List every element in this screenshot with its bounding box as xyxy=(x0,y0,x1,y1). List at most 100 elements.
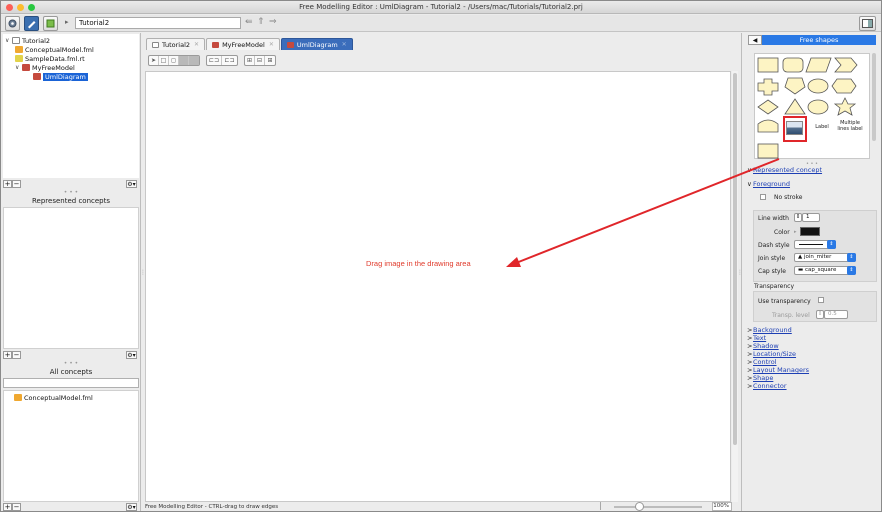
chevron-down-icon[interactable]: ∨ xyxy=(5,37,12,44)
background-section[interactable]: >Background xyxy=(747,326,792,334)
text-section[interactable]: >Text xyxy=(747,334,766,342)
multiline-label-shape[interactable]: Multiple lines label xyxy=(835,120,865,132)
canvas-scrollbar[interactable] xyxy=(732,71,738,502)
gear-menu-button[interactable]: ⚙▾ xyxy=(126,351,137,359)
project-icon xyxy=(152,41,159,48)
splitter-handle[interactable]: • • • xyxy=(1,360,141,367)
tab-uml-diagram[interactable]: UmlDiagram ✕ xyxy=(280,38,353,50)
location-size-section[interactable]: >Location/Size xyxy=(747,350,796,358)
color-swatch[interactable] xyxy=(800,227,820,236)
image-icon[interactable] xyxy=(786,121,803,135)
close-tab-icon[interactable]: ✕ xyxy=(269,41,274,48)
gear-menu-button[interactable]: ⚙▾ xyxy=(126,180,137,188)
connector-section[interactable]: >Connector xyxy=(747,382,787,390)
foreground-section[interactable]: ∨Foreground xyxy=(747,180,790,188)
tree-item-sample-data[interactable]: SampleData.fml.rt xyxy=(15,54,85,63)
zoom-slider[interactable] xyxy=(614,506,702,508)
pentagon-shape[interactable] xyxy=(784,77,806,95)
join-style-select[interactable]: ▲ join_miter ⇕ xyxy=(794,253,856,262)
palette-back-button[interactable]: ◀ xyxy=(748,35,762,45)
tab-tutorial2[interactable]: Tutorial2 ✕ xyxy=(146,38,206,50)
nav-back-icon[interactable]: ⇑ xyxy=(257,17,265,27)
cap-style-select[interactable]: ▬ cap_square ⇕ xyxy=(794,266,856,275)
control-section[interactable]: >Control xyxy=(747,358,777,366)
all-concepts-list[interactable]: ConceptualModel.fml xyxy=(3,390,139,502)
rounded-rect-shape[interactable] xyxy=(782,57,804,73)
dash-style-select[interactable]: ⇕ xyxy=(794,240,836,249)
align-left-icon[interactable]: ⊏⊐ xyxy=(207,56,222,65)
tree-item-conceptual-model[interactable]: ConceptualModel.fml xyxy=(15,45,94,54)
no-stroke-checkbox[interactable] xyxy=(760,194,766,200)
nav-up-icon[interactable]: ⇚ xyxy=(245,17,253,27)
model-mode-button[interactable] xyxy=(43,16,58,31)
layout-managers-section[interactable]: >Layout Managers xyxy=(747,366,809,374)
shape-section[interactable]: >Shape xyxy=(747,374,773,382)
diamond-shape[interactable] xyxy=(757,99,779,115)
color-expand-icon[interactable]: ▸ xyxy=(794,229,797,235)
triangle-shape[interactable] xyxy=(784,98,806,115)
align-center-icon[interactable]: ⊏⊐ xyxy=(222,56,237,65)
close-tab-icon[interactable]: ✕ xyxy=(194,41,199,48)
palette-scrollbar[interactable] xyxy=(872,53,876,141)
line-width-stepper[interactable]: ⇕ xyxy=(794,213,802,222)
nav-forward-icon[interactable]: ⇒ xyxy=(269,17,277,27)
left-splitter-handle[interactable]: ⋮ xyxy=(140,269,146,276)
list-item[interactable]: ConceptualModel.fml xyxy=(14,393,93,402)
transp-level-stepper[interactable]: ⇕ xyxy=(816,310,824,319)
tree-item-my-free-model[interactable]: ∨ MyFreeModel xyxy=(15,63,75,72)
remove-button[interactable]: − xyxy=(12,180,21,188)
circle-shape[interactable] xyxy=(807,78,829,94)
tree-item-uml-diagram[interactable]: UmlDiagram xyxy=(33,72,88,81)
zoom-field[interactable]: 100% xyxy=(712,502,732,511)
tree-footer: + − ⚙▾ xyxy=(3,180,139,189)
scrollbar-thumb[interactable] xyxy=(733,73,737,445)
layout-col-icon[interactable]: ⊞ xyxy=(265,56,275,65)
zoom-slider-knob[interactable] xyxy=(635,502,644,511)
gear-menu-button[interactable]: ⚙▾ xyxy=(126,503,137,511)
rectangle-shape[interactable] xyxy=(757,57,779,73)
remove-button[interactable]: − xyxy=(12,351,21,359)
chevron-down-icon[interactable]: ∨ xyxy=(15,64,22,71)
line-width-field[interactable]: 1 xyxy=(802,213,820,222)
status-bar: Free Modelling Editor - CTRL-drag to dra… xyxy=(142,501,740,511)
transp-level-field[interactable]: 0.5 xyxy=(824,310,848,319)
shadow-section[interactable]: >Shadow xyxy=(747,342,779,350)
rect-select-icon[interactable]: □ xyxy=(159,56,169,65)
zoom-tool-icon[interactable] xyxy=(189,56,199,65)
chevron-shape[interactable] xyxy=(834,57,858,73)
lasso-select-icon[interactable]: ◻ xyxy=(169,56,179,65)
arc-shape[interactable] xyxy=(757,119,779,133)
breadcrumb[interactable]: Tutorial2 xyxy=(75,17,241,29)
tree-item-label: SampleData.fml.rt xyxy=(25,54,85,63)
tab-my-free-model[interactable]: MyFreeModel ✕ xyxy=(206,38,280,50)
pan-tool-icon[interactable] xyxy=(179,56,189,65)
add-button[interactable]: + xyxy=(3,180,12,188)
toggle-panels-button[interactable] xyxy=(859,16,876,31)
remove-button[interactable]: − xyxy=(12,503,21,511)
represented-concepts-list[interactable] xyxy=(3,207,139,349)
parallelogram-shape[interactable] xyxy=(805,57,832,73)
cross-shape[interactable] xyxy=(757,78,779,96)
tree-item-tutorial2[interactable]: ∨ Tutorial2 xyxy=(5,36,50,45)
concepts-search-input[interactable] xyxy=(3,378,139,388)
add-button[interactable]: + xyxy=(3,503,12,511)
tab-label: UmlDiagram xyxy=(296,40,338,49)
use-transparency-checkbox[interactable] xyxy=(818,297,824,303)
ellipse-shape[interactable] xyxy=(807,99,829,115)
rectangle-shape[interactable] xyxy=(757,143,779,159)
diagram-mode-button[interactable] xyxy=(24,16,39,31)
palette-title[interactable]: Free shapes xyxy=(762,35,876,45)
layout-row-icon[interactable]: ⊟ xyxy=(255,56,265,65)
label-shape[interactable]: Label xyxy=(813,124,831,130)
section-label: Location/Size xyxy=(753,350,797,358)
hexagon-shape[interactable] xyxy=(831,78,857,94)
close-tab-icon[interactable]: ✕ xyxy=(342,41,347,48)
splitter-handle[interactable]: • • • xyxy=(1,189,141,196)
star-shape[interactable] xyxy=(833,97,857,116)
settings-button[interactable] xyxy=(5,16,20,31)
pointer-tool-icon[interactable]: ➤ xyxy=(149,56,159,65)
drawing-canvas[interactable]: Drag image in the drawing area xyxy=(145,71,731,502)
add-button[interactable]: + xyxy=(3,351,12,359)
layout-grid-icon[interactable]: ⊞ xyxy=(245,56,255,65)
represented-concept-section[interactable]: ∨Represented concept xyxy=(747,166,822,174)
